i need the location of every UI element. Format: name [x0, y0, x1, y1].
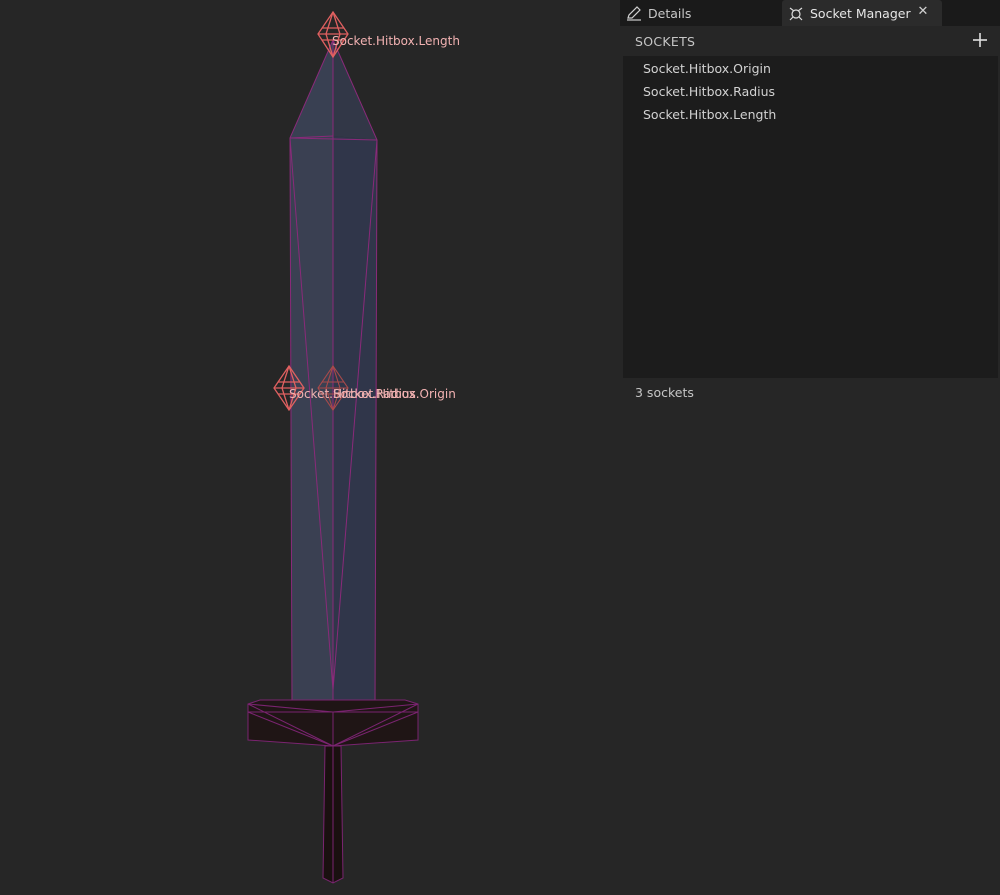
- pencil-edit-icon: [626, 5, 642, 21]
- list-item[interactable]: Socket.Hitbox.Length: [643, 105, 776, 125]
- sockets-title: SOCKETS: [635, 34, 696, 49]
- close-icon[interactable]: ✕: [916, 5, 930, 19]
- socket-footer: 3 sockets: [623, 380, 998, 406]
- socket-list: Socket.Hitbox.Origin Socket.Hitbox.Radiu…: [623, 56, 998, 378]
- sword-mesh-render: [247, 10, 419, 884]
- tab-socket-manager-label: Socket Manager: [810, 5, 911, 21]
- tab-details[interactable]: Details: [620, 0, 780, 26]
- sockets-header: SOCKETS: [623, 28, 998, 54]
- socket-label-length: Socket.Hitbox.Length: [332, 34, 460, 48]
- mesh-viewport[interactable]: Socket.Hitbox.Length Socket.Hitbox.Radiu…: [0, 0, 620, 895]
- socket-count: 3 sockets: [635, 385, 694, 400]
- socket-label-origin: Socket.Hitbox.Origin: [333, 387, 456, 401]
- tab-details-label: Details: [648, 5, 692, 21]
- panel-tab-bar: Details Socket Manager ✕: [620, 0, 1000, 26]
- plus-icon[interactable]: [970, 30, 990, 50]
- right-side-panel: Details Socket Manager ✕ SOCKETS Socket.…: [620, 0, 1000, 895]
- list-item[interactable]: Socket.Hitbox.Origin: [643, 59, 771, 79]
- list-item[interactable]: Socket.Hitbox.Radius: [643, 82, 775, 102]
- tab-socket-manager[interactable]: Socket Manager ✕: [782, 0, 942, 26]
- socket-manager-icon: [788, 5, 804, 21]
